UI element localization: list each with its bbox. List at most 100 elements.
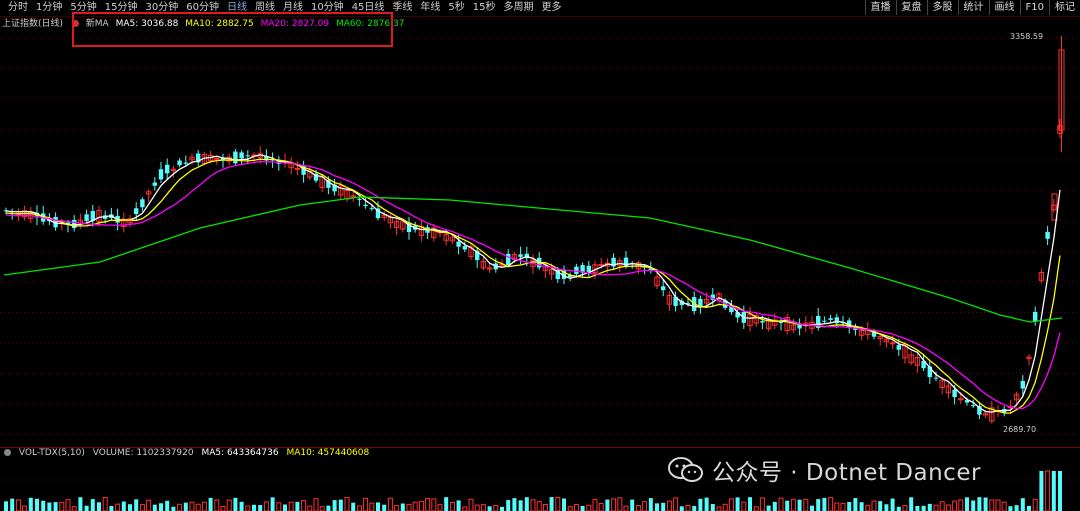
volume-bar	[1027, 505, 1031, 511]
volume-bar	[542, 503, 548, 511]
candle-body	[294, 167, 301, 170]
volume-bar	[611, 498, 617, 511]
right-toolbar: 直播 复盘 多股 统计 画线 F10 标记	[864, 0, 1080, 15]
low-price-label: 2689.70	[1003, 425, 1037, 434]
volume-bar	[307, 505, 313, 511]
chart-title[interactable]: 上证指数(日线)	[2, 19, 63, 29]
candle-body	[183, 162, 188, 164]
volume-bar	[444, 497, 449, 511]
volume-bar	[283, 504, 287, 511]
volume-indicator-name[interactable]: VOL-TDX(5,10)	[19, 448, 85, 458]
period-tab[interactable]: 1分钟	[32, 2, 66, 14]
candle-body	[760, 321, 765, 323]
volume-bar	[655, 503, 659, 511]
volume-value: VOLUME: 1102337920	[92, 448, 194, 458]
volume-bar	[506, 500, 511, 511]
volume-bar	[462, 506, 468, 511]
volume-bar	[270, 497, 275, 511]
settings-dot-icon[interactable]	[4, 449, 11, 456]
volume-bar	[896, 506, 901, 511]
volume-bar	[319, 506, 325, 511]
toolbar-button[interactable]: 统计	[957, 0, 989, 15]
volume-bar	[369, 502, 375, 511]
toolbar-button[interactable]: F10	[1019, 0, 1049, 15]
toolbar-button[interactable]: 复盘	[895, 0, 927, 15]
candle-body	[971, 405, 976, 407]
moving-average-lines	[3, 154, 1063, 414]
candle-body	[889, 342, 896, 345]
candle-body	[574, 266, 579, 274]
volume-bar	[573, 504, 579, 511]
candlesticks	[3, 36, 1065, 424]
toolbar-button[interactable]: 多股	[926, 0, 958, 15]
toolbar-button[interactable]: 直播	[864, 0, 896, 15]
candle-body	[369, 208, 374, 210]
volume-bar	[518, 500, 523, 511]
volume-bar	[772, 501, 777, 511]
volume-bar	[276, 502, 282, 511]
period-tab[interactable]: 5秒	[444, 2, 468, 14]
volume-bar	[425, 497, 431, 511]
period-tab[interactable]: 更多	[538, 2, 566, 14]
volume-bar	[195, 503, 201, 511]
toolbar-button[interactable]: 画线	[988, 0, 1020, 15]
toolbar-button[interactable]: 标记	[1049, 0, 1080, 15]
price-chart[interactable]	[0, 0, 1080, 511]
candle-body	[357, 198, 362, 200]
volume-bar	[995, 499, 1001, 511]
candle-body	[165, 164, 170, 174]
volume-bar	[208, 497, 213, 511]
candle-body	[586, 265, 591, 272]
volume-bar	[983, 497, 988, 511]
candle-body	[778, 321, 784, 323]
period-tab[interactable]: 多周期	[500, 2, 538, 14]
volume-bar	[748, 497, 752, 511]
period-tab[interactable]: 15秒	[469, 2, 500, 14]
volume-bar	[35, 498, 39, 511]
volume-bar	[351, 502, 356, 511]
volume-bar	[171, 506, 176, 511]
volume-bar	[10, 498, 15, 511]
volume-bar	[412, 501, 418, 511]
volume-bar	[28, 497, 33, 511]
volume-bar	[586, 504, 592, 511]
volume-bar	[338, 499, 343, 511]
volume-bar	[567, 506, 573, 511]
volume-bar	[679, 506, 684, 511]
watermark: 公众号 · Dotnet Dancer	[668, 453, 981, 487]
volume-bar	[902, 505, 908, 511]
volume-bar	[382, 504, 387, 511]
volume-bar	[623, 505, 629, 511]
volume-bar	[115, 503, 121, 511]
period-tab[interactable]: 年线	[416, 2, 444, 14]
candle-body	[239, 152, 244, 159]
volume-bar	[716, 506, 722, 511]
volume-bar	[803, 498, 809, 511]
volume-bar	[90, 499, 95, 511]
volume-bar	[121, 501, 126, 511]
volume-bar	[952, 500, 958, 511]
candle-body	[84, 214, 89, 221]
volume-bar	[183, 502, 188, 511]
candle-body	[72, 219, 77, 229]
volume-bar	[493, 504, 499, 511]
volume-bar	[326, 505, 331, 511]
period-tab[interactable]: 分时	[4, 2, 32, 14]
volume-bar	[456, 500, 461, 511]
volume-bar	[704, 497, 709, 511]
volume-bar	[685, 504, 691, 511]
volume-bar	[363, 497, 369, 511]
volume-bar	[263, 501, 269, 511]
volume-bar	[78, 497, 83, 511]
volume-bar	[927, 503, 932, 511]
volume-bar	[945, 504, 951, 511]
volume-bar	[474, 504, 480, 511]
volume-bar	[245, 505, 251, 511]
volume-bar	[921, 505, 926, 511]
volume-bar	[661, 502, 666, 511]
candle-body	[214, 157, 220, 160]
volume-bar	[189, 501, 195, 511]
candle-body	[828, 318, 833, 320]
volume-bar	[822, 497, 827, 511]
candle-body	[140, 199, 145, 208]
